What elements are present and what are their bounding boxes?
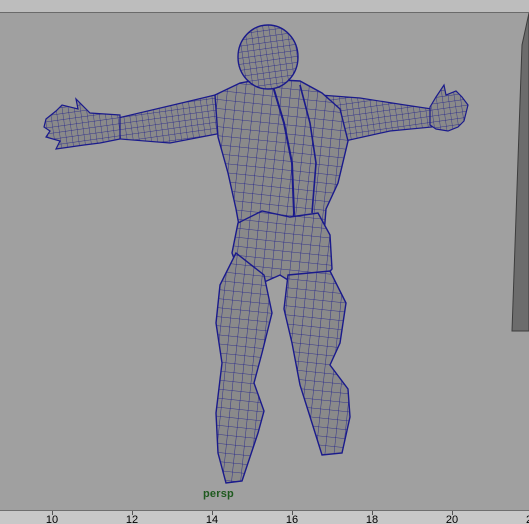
- background-plane[interactable]: [511, 13, 529, 332]
- timeline-tick-label: 18: [365, 514, 379, 524]
- timeline-tick-label: 12: [125, 514, 139, 524]
- character-mesh[interactable]: [43, 24, 469, 484]
- time-slider[interactable]: 1012141618202: [0, 510, 529, 524]
- timeline-tick-label: 10: [45, 514, 59, 524]
- viewport-menu-strip[interactable]: [0, 0, 529, 13]
- timeline-tick-label: 16: [285, 514, 299, 524]
- perspective-viewport[interactable]: persp: [0, 13, 529, 510]
- timeline-tick-label: 20: [445, 514, 459, 524]
- camera-name-label: persp: [203, 488, 234, 500]
- maya-window: persp 1012141618202: [0, 0, 529, 524]
- viewport-canvas[interactable]: [0, 13, 529, 510]
- timeline-tick-label: 14: [205, 514, 219, 524]
